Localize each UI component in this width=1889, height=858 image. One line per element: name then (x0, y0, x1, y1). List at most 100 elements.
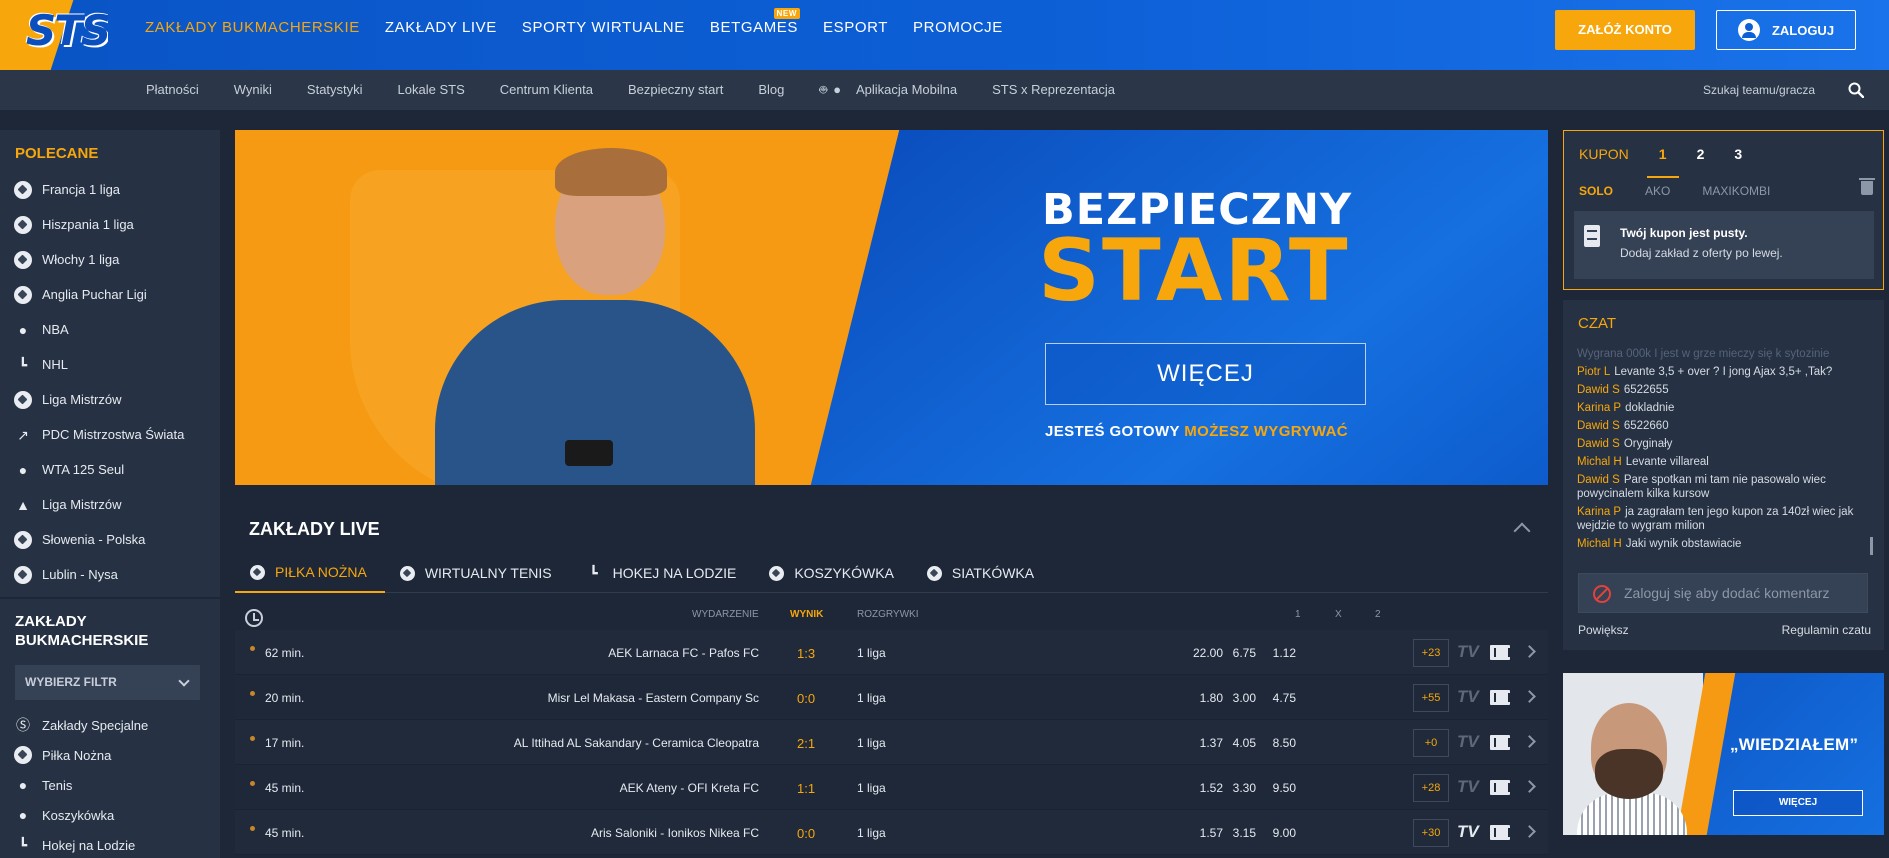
more-bets-button[interactable]: +30 (1413, 819, 1449, 847)
coupon-tab-1[interactable]: 1 (1646, 146, 1679, 178)
stats-icon[interactable] (1490, 780, 1510, 795)
stats-icon[interactable] (1490, 690, 1510, 705)
tab-volleyball[interactable]: SIATKÓWKA (912, 553, 1052, 593)
tv-icon[interactable]: TV (1457, 822, 1479, 842)
odd-x[interactable]: 6.75 (1233, 646, 1256, 660)
odd-1[interactable]: 1.52 (1200, 781, 1223, 795)
odd-2[interactable]: 4.75 (1273, 691, 1296, 705)
odd-1[interactable]: 22.00 (1193, 646, 1223, 660)
trash-icon[interactable] (1859, 178, 1875, 195)
odd-2[interactable]: 9.50 (1273, 781, 1296, 795)
category-item[interactable]: Piłka Nożna (14, 740, 214, 770)
mode-maxikombi[interactable]: MAXIKOMBI (1702, 184, 1770, 198)
chevron-right-icon[interactable] (1523, 690, 1536, 703)
collapse-chevron-icon[interactable] (1513, 522, 1531, 540)
odd-x[interactable]: 3.15 (1233, 826, 1256, 840)
tab-basketball[interactable]: KOSZYKÓWKA (754, 553, 912, 593)
odd-1[interactable]: 1.80 (1200, 691, 1223, 705)
subnav-safe-start[interactable]: Bezpieczny start (628, 82, 723, 100)
subnav-mobile-app[interactable]: 🤖︎ ● Aplikacja Mobilna (819, 82, 957, 100)
mode-solo[interactable]: SOLO (1579, 184, 1613, 198)
recommended-item[interactable]: Włochy 1 liga (14, 242, 214, 277)
more-bets-button[interactable]: +28 (1413, 774, 1449, 802)
category-item[interactable]: Ⓢ Zakłady Specjalne (14, 710, 214, 740)
more-bets-button[interactable]: +0 (1413, 729, 1449, 757)
nav-item-esport[interactable]: ESPORT (823, 19, 888, 36)
chevron-right-icon[interactable] (1523, 825, 1536, 838)
table-row[interactable]: 17 min. AL Ittihad AL Sakandary - Cerami… (235, 720, 1548, 765)
match-event[interactable]: AEK Ateny - OFI Kreta FC (620, 781, 759, 795)
stats-icon[interactable] (1490, 645, 1510, 660)
recommended-item[interactable]: Anglia Puchar Ligi (14, 277, 214, 312)
more-bets-button[interactable]: +55 (1413, 684, 1449, 712)
recommended-item[interactable]: Lublin - Nysa (14, 557, 214, 592)
nav-item-betgames[interactable]: BETGAMES NEW (710, 8, 801, 36)
table-row[interactable]: 62 min. AEK Larnaca FC - Pafos FC 1:3 1 … (235, 630, 1548, 675)
subnav-national-team[interactable]: STS x Reprezentacja (992, 82, 1115, 100)
register-button[interactable]: ZAŁÓŻ KONTO (1555, 10, 1695, 50)
login-button[interactable]: ZALOGUJ (1716, 10, 1856, 50)
tv-icon[interactable]: TV (1457, 732, 1479, 752)
tv-icon[interactable]: TV (1457, 687, 1479, 707)
recommended-item[interactable]: Francja 1 liga (14, 172, 214, 207)
chevron-right-icon[interactable] (1523, 780, 1536, 793)
recommended-item[interactable]: Hiszpania 1 liga (14, 207, 214, 242)
odd-2[interactable]: 9.00 (1273, 826, 1296, 840)
stats-icon[interactable] (1490, 825, 1510, 840)
hero-banner[interactable]: BEZPIECZNY START WIĘCEJ JESTEŚ GOTOWY MO… (235, 130, 1548, 485)
subnav-customer-center[interactable]: Centrum Klienta (500, 82, 593, 100)
subnav-results[interactable]: Wyniki (234, 82, 272, 100)
table-row[interactable]: 45 min. Aris Saloniki - Ionikos Nikea FC… (235, 810, 1548, 855)
recommended-item[interactable]: ▲ Liga Mistrzów (14, 487, 214, 522)
coupon-tab-2[interactable]: 2 (1697, 146, 1705, 178)
category-item[interactable]: ● Koszykówka (14, 800, 214, 830)
recommended-item[interactable]: ● NBA (14, 312, 214, 347)
chat-enlarge-link[interactable]: Powiększ (1578, 623, 1629, 637)
odd-x[interactable]: 4.05 (1233, 736, 1256, 750)
match-event[interactable]: AL Ittihad AL Sakandary - Ceramica Cleop… (514, 736, 759, 750)
nav-item-live[interactable]: ZAKŁADY LIVE (385, 19, 497, 36)
recommended-item[interactable]: ↗ PDC Mistrzostwa Świata (14, 417, 214, 452)
category-item[interactable]: ┗ Hokej na Lodzie (14, 830, 214, 858)
subnav-payments[interactable]: Płatności (146, 82, 199, 100)
coupon-tab-3[interactable]: 3 (1734, 146, 1742, 178)
nav-item-bets[interactable]: ZAKŁADY BUKMACHERSKIE (145, 19, 360, 36)
subnav-locations[interactable]: Lokale STS (398, 82, 465, 100)
odd-x[interactable]: 3.30 (1233, 781, 1256, 795)
chat-rules-link[interactable]: Regulamin czatu (1782, 623, 1871, 637)
odd-1[interactable]: 1.37 (1200, 736, 1223, 750)
chat-scrollbar[interactable] (1870, 537, 1873, 555)
tab-ice-hockey[interactable]: ┗ HOKEJ NA LODZIE (570, 553, 755, 593)
chevron-right-icon[interactable] (1523, 735, 1536, 748)
banner-more-button[interactable]: WIĘCEJ (1045, 343, 1366, 405)
chat-messages[interactable]: Wygrana 000k I jest w grze mieczy się k … (1577, 347, 1860, 550)
chevron-right-icon[interactable] (1523, 645, 1536, 658)
filter-select[interactable]: WYBIERZ FILTR (15, 665, 200, 700)
chat-comment-input[interactable]: Zaloguj się aby dodać komentarz (1578, 573, 1868, 613)
sts-logo[interactable]: STS (0, 0, 108, 70)
recommended-item[interactable]: Liga Mistrzów (14, 382, 214, 417)
match-event[interactable]: AEK Larnaca FC - Pafos FC (608, 646, 759, 660)
tab-virtual-tennis[interactable]: WIRTUALNY TENIS (385, 553, 570, 593)
table-row[interactable]: 20 min. Misr Lel Makasa - Eastern Compan… (235, 675, 1548, 720)
recommended-item[interactable]: ● WTA 125 Seul (14, 452, 214, 487)
odd-x[interactable]: 3.00 (1233, 691, 1256, 705)
search-input[interactable]: Szukaj teamu/gracza (1703, 83, 1815, 97)
tv-icon[interactable]: TV (1457, 777, 1479, 797)
recommended-item[interactable]: Słowenia - Polska (14, 522, 214, 557)
recommended-item[interactable]: ┗ NHL (14, 347, 214, 382)
subnav-blog[interactable]: Blog (758, 82, 784, 100)
nav-item-virtual-sports[interactable]: SPORTY WIRTUALNE (522, 19, 685, 36)
tv-icon[interactable]: TV (1457, 642, 1479, 662)
subnav-statistics[interactable]: Statystyki (307, 82, 363, 100)
stats-icon[interactable] (1490, 735, 1510, 750)
tab-football[interactable]: PIŁKA NOŻNA (235, 553, 385, 593)
odd-1[interactable]: 1.57 (1200, 826, 1223, 840)
match-event[interactable]: Aris Saloniki - Ionikos Nikea FC (591, 826, 759, 840)
table-row[interactable]: 45 min. AEK Ateny - OFI Kreta FC 1:1 1 l… (235, 765, 1548, 810)
mode-ako[interactable]: AKO (1645, 184, 1670, 198)
search-icon[interactable] (1848, 82, 1864, 98)
promo-more-button[interactable]: WIĘCEJ (1733, 790, 1863, 816)
odd-2[interactable]: 1.12 (1273, 646, 1296, 660)
more-bets-button[interactable]: +23 (1413, 639, 1449, 667)
